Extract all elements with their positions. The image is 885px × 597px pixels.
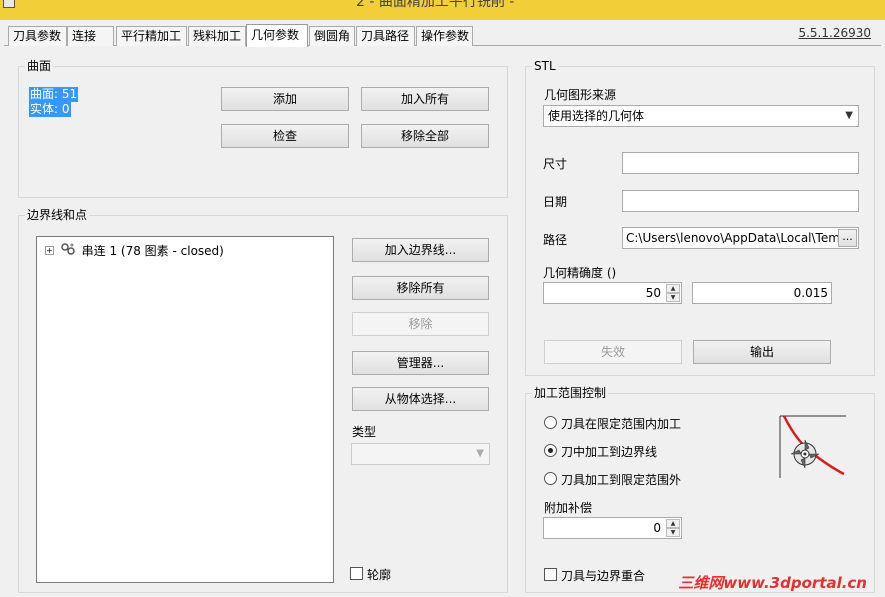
tab-toolpath[interactable]: 刀具路径 [356, 26, 415, 46]
accuracy-stepper[interactable]: 50 ▲ ▼ [543, 282, 682, 304]
radio-outside-boundary[interactable] [544, 472, 557, 485]
stepper-up-icon[interactable]: ▲ [666, 284, 680, 293]
boundary-tree-item-label: 串连 1 (78 图素 - closed) [81, 244, 224, 258]
add-boundary-button[interactable]: 加入边界线... [352, 238, 489, 262]
add-surface-button[interactable]: 添加 [221, 87, 349, 111]
radio-center-on-boundary[interactable] [544, 444, 557, 457]
browse-button[interactable]: ... [838, 229, 857, 247]
solids-count[interactable]: 实体: 0 [29, 102, 71, 117]
boundary-tree[interactable]: + 串连 1 (78 图素 - closed) [36, 236, 334, 583]
size-field[interactable] [622, 152, 859, 174]
coincide-checkbox[interactable] [544, 568, 557, 581]
path-label: 路径 [543, 233, 568, 247]
stepper-down-icon[interactable]: ▼ [666, 293, 680, 302]
chevron-down-icon: ▼ [476, 448, 484, 459]
tab-fillet[interactable]: 倒圆角 [309, 26, 355, 46]
cutter-preview-icon [778, 414, 848, 480]
size-label: 尺寸 [543, 157, 568, 171]
type-label: 类型 [352, 425, 377, 439]
machining-range-group-label: 加工范围控制 [532, 386, 609, 400]
type-select[interactable]: ▼ [351, 443, 490, 465]
expand-icon[interactable]: + [45, 246, 54, 255]
path-field-value: C:\Users\lenovo\AppData\Local\Tem [626, 231, 840, 245]
accuracy-stepper-value: 50 [645, 286, 661, 300]
boundaries-group-label: 边界线和点 [25, 208, 90, 222]
radio-outside-boundary-label: 刀具加工到限定范围外 [561, 473, 682, 487]
offset-label: 附加补偿 [544, 501, 593, 515]
coincide-label: 刀具与边界重合 [561, 569, 646, 583]
tab-geometry[interactable]: 几何参数 [246, 24, 308, 47]
surfaces-group: 曲面 曲面: 51 实体: 0 添加 加入所有 检查 移除全部 [18, 59, 508, 198]
add-all-button[interactable]: 加入所有 [361, 87, 489, 111]
offset-stepper[interactable]: 0 ▲ ▼ [543, 517, 682, 539]
offset-stepper-value: 0 [653, 521, 661, 535]
source-select-value: 使用选择的几何体 [548, 109, 645, 123]
source-label: 几何图形来源 [544, 88, 617, 102]
export-button[interactable]: 输出 [693, 340, 831, 364]
tab-operation-params[interactable]: 操作参数 [416, 26, 473, 46]
contour-label: 轮廓 [367, 568, 392, 582]
accuracy-value-field[interactable]: 0.015 [692, 282, 832, 304]
contour-checkbox[interactable] [350, 567, 363, 580]
tab-rest-machining[interactable]: 残料加工 [188, 26, 246, 46]
tab-parallel-finish[interactable]: 平行精加工 [116, 26, 187, 46]
remove-all-boundaries-button[interactable]: 移除所有 [352, 276, 489, 300]
boundaries-group: 边界线和点 + 串连 1 (78 图素 - closed) 加入边界线... 移… [18, 208, 508, 593]
select-from-object-button[interactable]: 从物体选择... [352, 387, 489, 411]
machining-range-group: 加工范围控制 刀具在限定范围内加工 刀中加工到边界线 刀具加工到限定范围外 附加… [525, 386, 875, 593]
stl-group-label: STL [532, 59, 558, 73]
disable-button[interactable]: 失效 [544, 340, 682, 364]
stepper-down-icon[interactable]: ▼ [666, 528, 680, 537]
stl-group: STL 几何图形来源 使用选择的几何体 ▼ 尺寸 日期 路径 C:\Users\… [525, 59, 875, 376]
accuracy-label: 几何精确度 () [543, 266, 617, 280]
radio-inside-boundary-label: 刀具在限定范围内加工 [561, 417, 682, 431]
chevron-down-icon: ▼ [845, 110, 853, 121]
path-field[interactable]: C:\Users\lenovo\AppData\Local\Tem [622, 227, 859, 249]
tab-linking[interactable]: 连接 [67, 26, 114, 46]
chain-icon [60, 242, 76, 259]
manager-button[interactable]: 管理器... [352, 351, 489, 375]
version-link[interactable]: 5.5.1.26930 [798, 26, 871, 40]
date-field[interactable] [622, 190, 859, 212]
window-title: 2 - 曲面精加工平行铣削 - [356, 0, 515, 10]
date-label: 日期 [543, 195, 568, 209]
tab-tool-params[interactable]: 刀具参数 [8, 26, 67, 46]
surfaces-count[interactable]: 曲面: 51 [29, 87, 79, 102]
check-button[interactable]: 检查 [221, 124, 349, 148]
stepper-up-icon[interactable]: ▲ [666, 519, 680, 528]
boundary-tree-item[interactable]: + 串连 1 (78 图素 - closed) [45, 242, 224, 259]
app-icon [3, 0, 15, 8]
watermark: 三维网www.3dportal.cn [678, 574, 867, 592]
surfaces-list[interactable]: 曲面: 51 实体: 0 [29, 87, 79, 117]
source-select[interactable]: 使用选择的几何体 ▼ [543, 105, 859, 127]
tab-strip: 刀具参数 连接 平行精加工 残料加工 几何参数 倒圆角 刀具路径 操作参数 [0, 24, 885, 48]
remove-boundary-button[interactable]: 移除 [352, 312, 489, 336]
surfaces-group-label: 曲面 [25, 59, 54, 73]
radio-inside-boundary[interactable] [544, 416, 557, 429]
window-titlebar[interactable]: 2 - 曲面精加工平行铣削 - [0, 0, 885, 20]
radio-center-on-boundary-label: 刀中加工到边界线 [561, 445, 658, 459]
remove-all-surfaces-button[interactable]: 移除全部 [361, 124, 489, 148]
